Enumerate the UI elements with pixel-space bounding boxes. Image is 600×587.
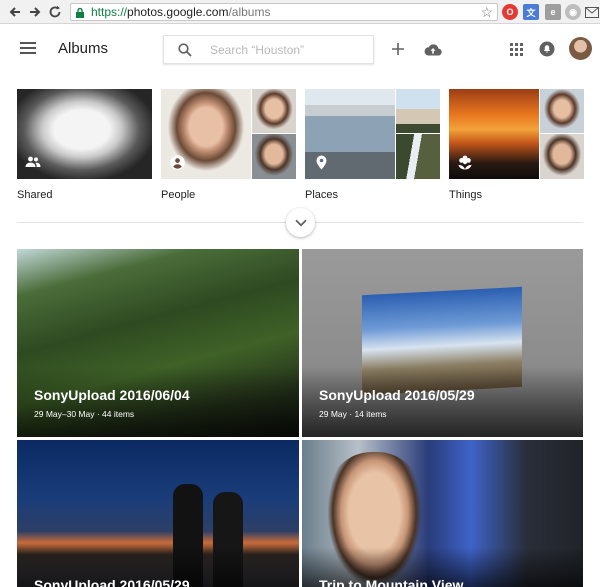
- album-meta: 29 May · 14 items: [319, 409, 387, 419]
- album-count: 14 items: [354, 409, 387, 419]
- people-photo-small: [251, 89, 296, 134]
- apps-icon[interactable]: [506, 39, 526, 59]
- bookmark-star-icon[interactable]: ☆: [480, 5, 493, 19]
- album-title: SonyUpload 2016/05/29: [319, 387, 475, 403]
- album-dates: 29 May–30 May: [34, 409, 95, 419]
- search-box[interactable]: [163, 35, 374, 64]
- places-photo-small: [395, 134, 440, 179]
- page-title: Albums: [58, 40, 109, 57]
- browser-toolbar: https://photos.google.com/albums ☆ O 文 e…: [0, 0, 600, 24]
- category-things[interactable]: [449, 89, 584, 179]
- app-header: Albums: [0, 25, 600, 73]
- flower-icon: [456, 153, 474, 171]
- places-photo-small: [395, 89, 440, 134]
- add-icon[interactable]: [388, 39, 408, 59]
- location-icon: [312, 153, 330, 171]
- album-card[interactable]: SonyUpload 2016/05/29: [17, 440, 299, 587]
- avatar[interactable]: [569, 37, 592, 60]
- category-people[interactable]: [161, 89, 296, 179]
- album-count: 44 items: [102, 409, 135, 419]
- expand-categories-button[interactable]: [286, 208, 315, 237]
- chevron-down-icon: [294, 219, 307, 226]
- reload-icon[interactable]: [46, 3, 64, 21]
- menu-icon[interactable]: [20, 42, 36, 56]
- mail-icon[interactable]: [584, 4, 600, 20]
- category-label-shared[interactable]: Shared: [17, 189, 52, 201]
- forward-icon[interactable]: [26, 3, 44, 21]
- album-dates: 29 May: [319, 409, 347, 419]
- person-icon: [168, 153, 186, 171]
- category-shared[interactable]: [17, 89, 152, 179]
- upload-icon[interactable]: [423, 39, 443, 59]
- category-label-people[interactable]: People: [161, 189, 195, 201]
- category-label-things[interactable]: Things: [449, 189, 482, 201]
- album-card[interactable]: Trip to Mountain View: [302, 440, 583, 587]
- people-icon: [24, 153, 42, 171]
- album-card[interactable]: SonyUpload 2016/05/29 29 May · 14 items: [302, 249, 583, 437]
- pushbullet-icon[interactable]: ◉: [565, 4, 581, 20]
- lock-icon: [75, 7, 89, 18]
- things-photo-small: [539, 134, 584, 179]
- album-title: SonyUpload 2016/06/04: [34, 387, 190, 403]
- notifications-icon[interactable]: [537, 39, 557, 59]
- category-places[interactable]: [305, 89, 440, 179]
- translate-icon[interactable]: 文: [523, 4, 539, 20]
- category-label-places[interactable]: Places: [305, 189, 338, 201]
- opera-icon[interactable]: O: [502, 4, 518, 20]
- search-icon: [178, 42, 192, 57]
- people-photo-small: [251, 134, 296, 179]
- back-icon[interactable]: [6, 3, 24, 21]
- album-meta: 29 May–30 May · 44 items: [34, 409, 135, 419]
- album-title: SonyUpload 2016/05/29: [34, 577, 190, 587]
- url-host: photos.google.com: [127, 5, 229, 19]
- album-title: Trip to Mountain View: [319, 577, 464, 587]
- url-path: /albums: [228, 5, 271, 19]
- album-card[interactable]: SonyUpload 2016/06/04 29 May–30 May · 44…: [17, 249, 299, 437]
- extension-icon[interactable]: e: [545, 4, 561, 20]
- address-bar[interactable]: https://photos.google.com/albums ☆: [70, 3, 498, 21]
- search-input[interactable]: [210, 42, 360, 57]
- url-scheme: https://: [91, 5, 128, 19]
- things-photo-small: [539, 89, 584, 134]
